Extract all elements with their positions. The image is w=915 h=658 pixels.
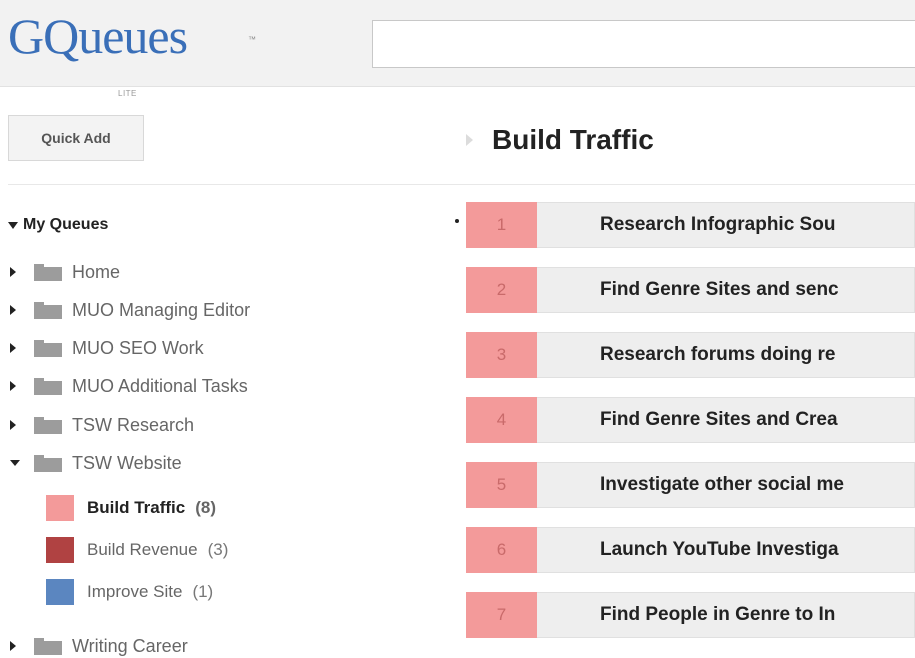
queue-count: (3) — [207, 540, 229, 559]
task-row[interactable]: 7 Find People in Genre to In — [466, 591, 915, 638]
task-title[interactable]: Research forums doing re — [600, 344, 835, 366]
my-queues-label: My Queues — [23, 216, 109, 233]
folder-tsw-research[interactable]: TSW Research — [8, 413, 194, 437]
queue-label: Build Revenue — [87, 540, 198, 559]
folder-label: Home — [72, 261, 121, 282]
folder-tsw-website[interactable]: TSW Website — [8, 451, 182, 475]
folder-icon — [34, 263, 62, 281]
folder-muo-additional-tasks[interactable]: MUO Additional Tasks — [8, 374, 248, 398]
expand-arrow-icon[interactable] — [10, 641, 16, 651]
folder-icon — [34, 454, 62, 472]
task-number[interactable]: 1 — [466, 201, 537, 248]
search-input[interactable] — [372, 20, 915, 68]
my-queues-heading[interactable]: My Queues — [8, 216, 108, 234]
task-row[interactable]: 1 Research Infographic Sou — [466, 201, 915, 248]
task-number[interactable]: 7 — [466, 591, 537, 638]
collapse-triangle-icon[interactable] — [8, 221, 18, 229]
expand-arrow-icon[interactable] — [10, 381, 16, 391]
task-number[interactable]: 6 — [466, 526, 537, 573]
header-divider — [8, 184, 915, 185]
folder-label: MUO Managing Editor — [72, 299, 251, 320]
folder-label: TSW Website — [72, 452, 182, 473]
queue-improve-site[interactable]: Improve Site (1) — [46, 578, 213, 606]
expand-arrow-icon[interactable] — [10, 305, 16, 315]
task-number[interactable]: 4 — [466, 396, 537, 443]
queue-color-swatch — [46, 537, 74, 563]
app-header: GQueues ™ LITE — [0, 0, 915, 98]
task-number[interactable]: 5 — [466, 461, 537, 508]
page-title-area: Build Traffic — [466, 124, 654, 156]
folder-label: MUO Additional Tasks — [72, 375, 248, 396]
task-number[interactable]: 2 — [466, 266, 537, 313]
logo-lite-label: LITE — [118, 89, 137, 98]
queue-build-revenue[interactable]: Build Revenue (3) — [46, 536, 228, 564]
task-row[interactable]: 5 Investigate other social me — [466, 461, 915, 508]
task-title[interactable]: Find People in Genre to In — [600, 604, 835, 626]
folder-label: TSW Research — [72, 414, 195, 435]
logo-text: GQueues — [8, 8, 188, 64]
task-title[interactable]: Find Genre Sites and Crea — [600, 409, 838, 431]
logo-trademark: ™ — [248, 35, 256, 44]
task-row[interactable]: 2 Find Genre Sites and senc — [466, 266, 915, 313]
folder-home[interactable]: Home — [8, 260, 120, 284]
task-title[interactable]: Find Genre Sites and senc — [600, 279, 839, 301]
task-row[interactable]: 3 Research forums doing re — [466, 331, 915, 378]
task-number[interactable]: 3 — [466, 331, 537, 378]
folder-label: MUO SEO Work — [72, 337, 204, 358]
folder-muo-managing-editor[interactable]: MUO Managing Editor — [8, 298, 250, 322]
task-title[interactable]: Research Infographic Sou — [600, 214, 835, 236]
folder-icon — [34, 339, 62, 357]
folder-label: Writing Career — [72, 635, 188, 656]
title-arrow-icon — [466, 134, 473, 146]
expand-arrow-icon[interactable] — [10, 267, 16, 277]
collapse-arrow-icon[interactable] — [10, 460, 20, 466]
queue-count: (8) — [195, 498, 217, 517]
quick-add-button[interactable]: Quick Add — [8, 115, 144, 161]
queue-color-swatch — [46, 495, 74, 521]
queue-label: Build Traffic — [87, 498, 186, 517]
folder-icon — [34, 416, 62, 434]
folder-icon — [34, 377, 62, 395]
page-title: Build Traffic — [492, 124, 654, 155]
task-row[interactable]: 4 Find Genre Sites and Crea — [466, 396, 915, 443]
expand-arrow-icon[interactable] — [10, 343, 16, 353]
queue-build-traffic[interactable]: Build Traffic (8) — [46, 494, 216, 522]
drag-dot-icon — [455, 219, 459, 223]
queue-count: (1) — [192, 582, 214, 601]
task-row[interactable]: 6 Launch YouTube Investiga — [466, 526, 915, 573]
task-title[interactable]: Investigate other social me — [600, 474, 844, 496]
expand-arrow-icon[interactable] — [10, 420, 16, 430]
gqueues-logo[interactable]: GQueues ™ LITE — [8, 8, 256, 98]
task-title[interactable]: Launch YouTube Investiga — [600, 539, 839, 561]
folder-muo-seo-work[interactable]: MUO SEO Work — [8, 336, 204, 360]
folder-writing-career[interactable]: Writing Career — [8, 634, 188, 658]
queue-label: Improve Site — [87, 582, 183, 601]
folder-icon — [34, 637, 62, 655]
queue-color-swatch — [46, 579, 74, 605]
folder-icon — [34, 301, 62, 319]
